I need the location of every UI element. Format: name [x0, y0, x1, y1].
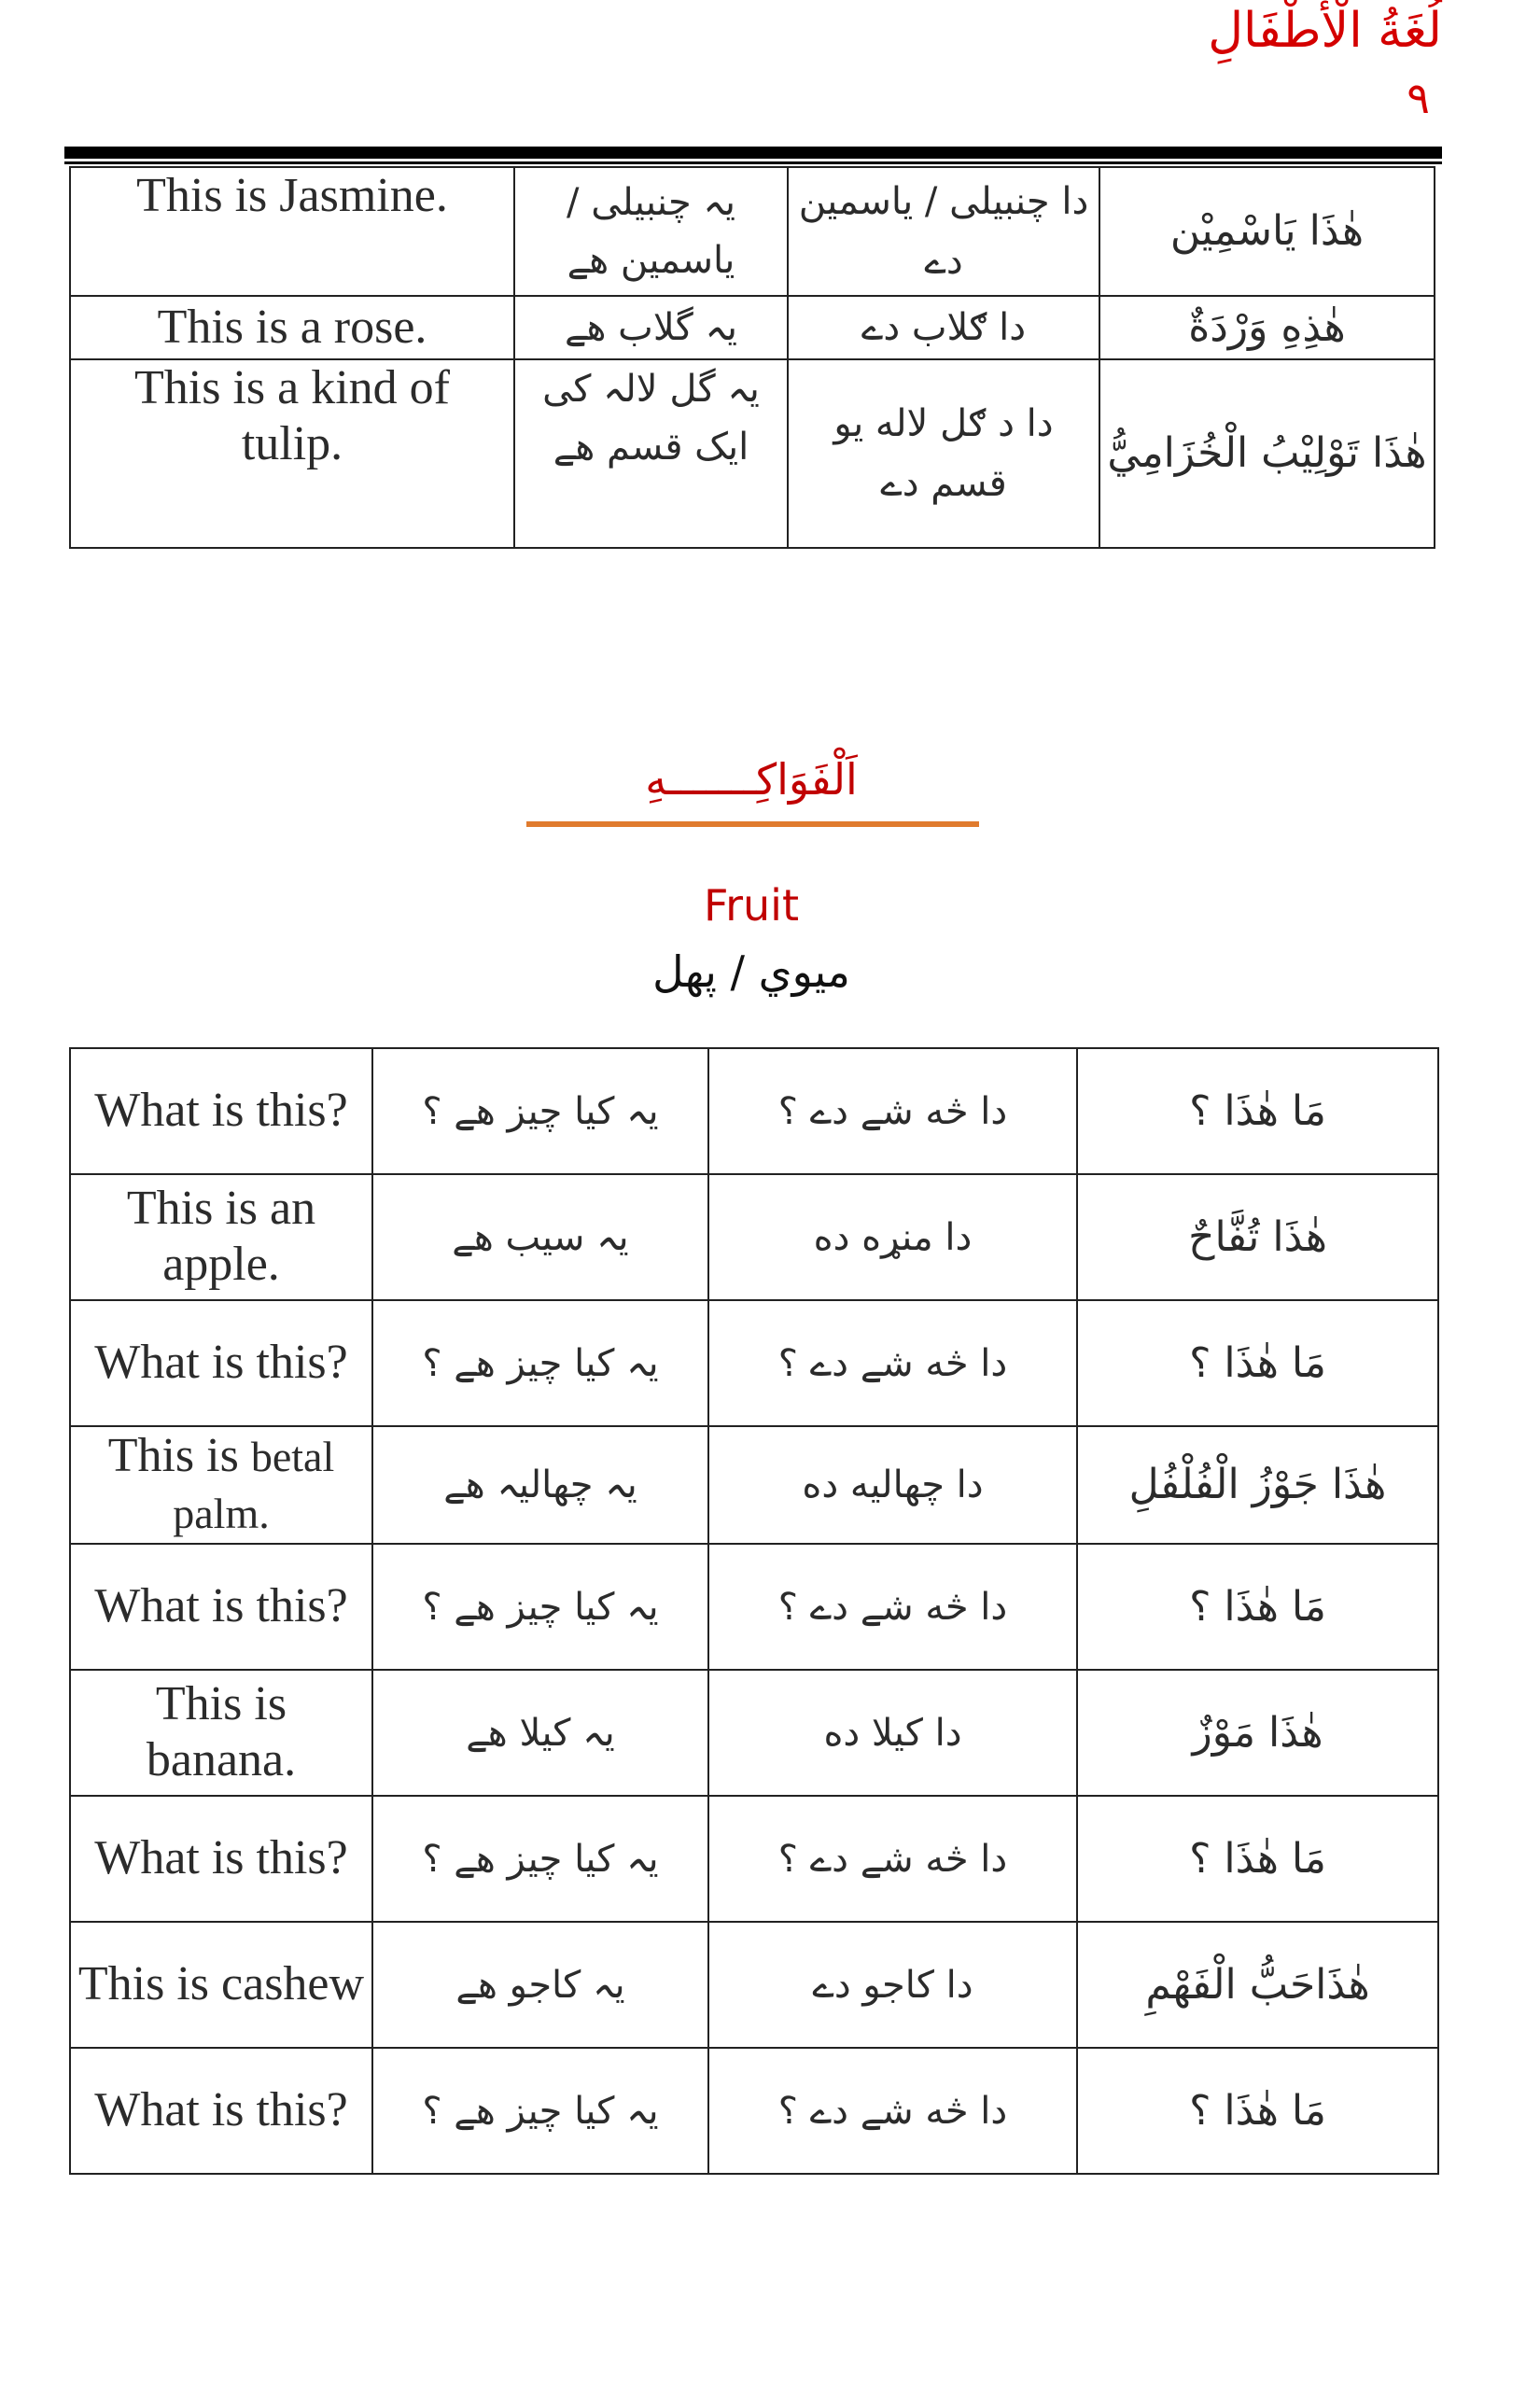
urdu-cell: یہ کیا چیز ھے ؟	[371, 1543, 709, 1671]
section-title-urdu: میوي / پھل	[652, 946, 850, 997]
english-cell: This is banana.	[69, 1669, 373, 1797]
pashto-cell: دا څه شے دے ؟	[707, 1047, 1078, 1175]
table-row: This is betal palm. یہ چھالیہ ھے دا چھال…	[69, 1425, 1439, 1545]
pashto-cell: دا څه شے دے ؟	[707, 1543, 1078, 1671]
pashto-cell: دا ګلاب دے	[787, 295, 1100, 360]
section-title-arabic: اَلْفَوَاكِـــــــهِ	[645, 754, 858, 805]
arabic-cell: هٰذِهِ وَرْدَةٌ	[1099, 295, 1435, 360]
book-title: لُغَةُ الْأَطْفَالِ	[1208, 3, 1442, 59]
table-row: What is this? یہ کیا چیز ھے ؟ دا څه شے د…	[69, 2047, 1439, 2175]
urdu-cell: یہ چنبیلی / یاسمین ھے	[513, 166, 789, 297]
english-cell: This is cashew	[69, 1921, 373, 2049]
arabic-cell: هٰذَا تُفَّاحٌ	[1076, 1173, 1439, 1301]
arabic-cell: مَا هٰذَا ؟	[1076, 2047, 1439, 2175]
section-title-underline	[526, 821, 979, 827]
english-cell: This is an apple.	[69, 1173, 373, 1301]
arabic-cell: مَا هٰذَا ؟	[1076, 1543, 1439, 1671]
english-text: What is this?	[94, 1831, 348, 1884]
english-cell: What is this?	[69, 1795, 373, 1923]
urdu-cell: یہ کیا چیز ھے ؟	[371, 1299, 709, 1427]
table-row: What is this? یہ کیا چیز ھے ؟ دا څه شے د…	[69, 1795, 1439, 1923]
english-text: What is this?	[94, 1336, 348, 1389]
pashto-cell: دا چنبیلی / یاسمین دے	[787, 166, 1100, 297]
english-text: This is cashew	[77, 1957, 365, 2010]
header-rule-thick	[64, 147, 1442, 159]
table-row: What is this? یہ کیا چیز ھے ؟ دا څه شے د…	[69, 1047, 1439, 1175]
english-cell: This is a kind of tulip.	[69, 358, 515, 549]
table-row: What is this? یہ کیا چیز ھے ؟ دا څه شے د…	[69, 1299, 1439, 1427]
urdu-cell: یہ چھالیہ ھے	[371, 1425, 709, 1545]
urdu-cell: یہ کیا چیز ھے ؟	[371, 1795, 709, 1923]
pashto-cell: دا منړه ده	[707, 1173, 1078, 1301]
english-cell: This is betal palm.	[69, 1425, 373, 1545]
arabic-cell: مَا هٰذَا ؟	[1076, 1299, 1439, 1427]
arabic-cell: هٰذَا مَوْزٌ	[1076, 1669, 1439, 1797]
arabic-cell: هٰذَا تَوْلِيْبُ الْخُزَامِيُّ	[1099, 358, 1435, 549]
pashto-cell: دا څه شے دے ؟	[707, 1299, 1078, 1427]
pashto-cell: دا کاجو دے	[707, 1921, 1078, 2049]
urdu-cell: یہ کیلا ھے	[371, 1669, 709, 1797]
english-text: This is an apple.	[126, 1182, 316, 1291]
table-row: What is this? یہ کیا چیز ھے ؟ دا څه شے د…	[69, 1543, 1439, 1671]
section-title-english: Fruit	[704, 880, 799, 931]
table-row: This is an apple. یہ سیب ھے دا منړه ده ه…	[69, 1173, 1439, 1301]
english-text: What is this?	[94, 1579, 348, 1632]
page-number: ٩	[1407, 73, 1430, 123]
urdu-cell: یہ سیب ھے	[371, 1173, 709, 1301]
urdu-cell: یہ گل لالہ کی ایک قسم ھے	[513, 358, 789, 549]
english-cell: What is this?	[69, 1543, 373, 1671]
table-row: This is Jasmine. یہ چنبیلی / یاسمین ھے د…	[69, 166, 1435, 297]
flowers-vocabulary-table: This is Jasmine. یہ چنبیلی / یاسمین ھے د…	[69, 166, 1435, 549]
english-text: This is	[107, 1429, 251, 1482]
english-cell: What is this?	[69, 2047, 373, 2175]
fruit-vocabulary-table: What is this? یہ کیا چیز ھے ؟ دا څه شے د…	[69, 1047, 1439, 2175]
urdu-cell: یہ گلاب ھے	[513, 295, 789, 360]
pashto-cell: دا کیلا ده	[707, 1669, 1078, 1797]
table-row: This is a rose. یہ گلاب ھے دا ګلاب دے هٰ…	[69, 295, 1435, 360]
urdu-cell: یہ کیا چیز ھے ؟	[371, 2047, 709, 2175]
table-row: This is banana. یہ کیلا ھے دا کیلا ده هٰ…	[69, 1669, 1439, 1797]
english-cell: What is this?	[69, 1299, 373, 1427]
table-row: This is a kind of tulip. یہ گل لالہ کی ا…	[69, 358, 1435, 549]
english-text: What is this?	[94, 1084, 348, 1137]
english-cell: What is this?	[69, 1047, 373, 1175]
pashto-cell: دا څه شے دے ؟	[707, 1795, 1078, 1923]
header-rule-thin	[64, 161, 1442, 164]
arabic-cell: هٰذَا يَاسْمِيْن	[1099, 166, 1435, 297]
arabic-cell: مَا هٰذَا ؟	[1076, 1795, 1439, 1923]
pashto-cell: دا چھالیه ده	[707, 1425, 1078, 1545]
english-cell: This is Jasmine.	[69, 166, 515, 297]
english-cell: This is a rose.	[69, 295, 515, 360]
arabic-cell: مَا هٰذَا ؟	[1076, 1047, 1439, 1175]
pashto-cell: دا څه شے دے ؟	[707, 2047, 1078, 2175]
english-text: What is this?	[94, 2083, 348, 2136]
pashto-cell: دا د ګل لاله یو قسم دے	[787, 358, 1100, 549]
english-text: This is banana.	[146, 1677, 297, 1786]
arabic-cell: هٰذَاحَبُّ الْفَهْمِ	[1076, 1921, 1439, 2049]
table-row: This is cashew یہ کاجو ھے دا کاجو دے هٰذ…	[69, 1921, 1439, 2049]
arabic-cell: هٰذَا جَوْزُ الْفُلْفُلِ	[1076, 1425, 1439, 1545]
urdu-cell: یہ کیا چیز ھے ؟	[371, 1047, 709, 1175]
urdu-cell: یہ کاجو ھے	[371, 1921, 709, 2049]
